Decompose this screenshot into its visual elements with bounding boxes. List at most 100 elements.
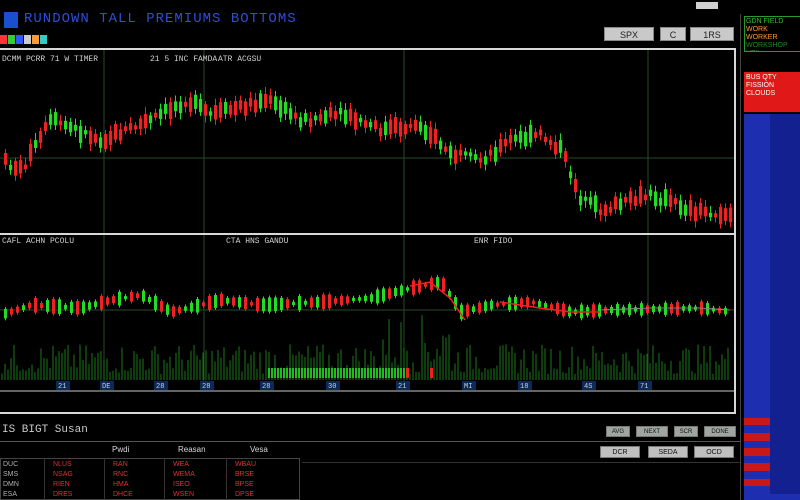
indicator-candle[interactable]: [652, 305, 655, 313]
candle[interactable]: [619, 198, 623, 211]
indicator-candle[interactable]: [382, 288, 385, 302]
candle[interactable]: [669, 194, 673, 207]
indicator-candle[interactable]: [310, 297, 313, 308]
indicator-candle[interactable]: [292, 301, 295, 305]
indicator-candle[interactable]: [562, 303, 565, 317]
indicator-candle[interactable]: [214, 294, 217, 308]
candle[interactable]: [609, 206, 613, 213]
indicator-candle[interactable]: [724, 308, 727, 315]
watchlist-row[interactable]: [744, 311, 800, 320]
candle[interactable]: [69, 121, 73, 133]
indicator-candle[interactable]: [358, 297, 361, 301]
candle[interactable]: [54, 112, 58, 126]
indicator-candle[interactable]: [400, 285, 403, 296]
table-cell[interactable]: NLUS: [53, 461, 72, 468]
indicator-candle[interactable]: [22, 305, 25, 311]
candle[interactable]: [414, 119, 418, 131]
candle[interactable]: [479, 158, 483, 163]
indicator-candle[interactable]: [70, 301, 73, 313]
candle[interactable]: [704, 206, 708, 217]
watchlist-row[interactable]: [744, 281, 800, 289]
candle[interactable]: [614, 196, 618, 210]
indicator-candle[interactable]: [628, 304, 631, 316]
indicator-candle[interactable]: [412, 280, 415, 295]
indicator-candle[interactable]: [388, 288, 391, 299]
candle[interactable]: [19, 160, 23, 174]
indicator-candle[interactable]: [352, 297, 355, 302]
watchlist-row[interactable]: [744, 303, 800, 312]
indicator-candle[interactable]: [256, 297, 259, 312]
candle[interactable]: [494, 147, 498, 162]
candle[interactable]: [529, 124, 533, 143]
candle[interactable]: [14, 160, 18, 176]
candle[interactable]: [234, 100, 238, 116]
indicator-candle[interactable]: [514, 296, 517, 310]
indicator-candle[interactable]: [670, 303, 673, 314]
candle[interactable]: [289, 108, 293, 120]
table-cell[interactable]: SMS: [3, 471, 18, 478]
candle[interactable]: [714, 213, 718, 218]
indicator-candle[interactable]: [136, 293, 139, 299]
candle[interactable]: [134, 125, 138, 130]
candle[interactable]: [674, 198, 678, 205]
watchlist-row[interactable]: [744, 402, 800, 411]
indicator-candle[interactable]: [676, 302, 679, 316]
indicator-candle[interactable]: [34, 297, 37, 313]
candle[interactable]: [379, 127, 383, 137]
indicator-candle[interactable]: [376, 289, 379, 304]
table-cell[interactable]: DHCE: [113, 491, 133, 498]
indicator-candle[interactable]: [142, 290, 145, 302]
candle[interactable]: [264, 93, 268, 109]
candle[interactable]: [164, 104, 168, 114]
candle[interactable]: [694, 206, 698, 222]
indicator-candle[interactable]: [268, 297, 271, 312]
indicator-candle[interactable]: [28, 302, 31, 309]
indicator-candle[interactable]: [286, 299, 289, 309]
table-cell[interactable]: RIEN: [53, 481, 70, 488]
candle[interactable]: [384, 121, 388, 136]
indicator-candle[interactable]: [274, 297, 277, 312]
candle[interactable]: [144, 113, 148, 129]
indicator-candle[interactable]: [472, 306, 475, 313]
candle[interactable]: [229, 105, 233, 115]
indicator-candle[interactable]: [298, 296, 301, 311]
indicator-candle[interactable]: [658, 306, 661, 312]
candle[interactable]: [509, 134, 513, 144]
candle[interactable]: [434, 128, 438, 144]
avg-button[interactable]: AVG: [606, 426, 630, 437]
watchlist-rows[interactable]: [744, 114, 800, 500]
indicator-candle[interactable]: [262, 298, 265, 312]
indicator-candle[interactable]: [46, 300, 49, 312]
candle[interactable]: [249, 97, 253, 107]
watchlist-row[interactable]: [744, 243, 800, 251]
watchlist-row[interactable]: [744, 167, 800, 175]
candle[interactable]: [89, 130, 93, 145]
indicator-candle[interactable]: [106, 297, 109, 305]
candle[interactable]: [124, 126, 128, 132]
candle[interactable]: [654, 191, 658, 207]
table-cell[interactable]: DUC: [3, 461, 18, 468]
table-cell[interactable]: WSEN: [173, 491, 194, 498]
candle[interactable]: [569, 171, 573, 179]
candle[interactable]: [49, 114, 53, 125]
candle[interactable]: [344, 109, 348, 125]
candle[interactable]: [404, 123, 408, 135]
candle[interactable]: [489, 149, 493, 156]
indicator-candle[interactable]: [76, 300, 79, 315]
candle[interactable]: [594, 195, 598, 213]
indicator-candle[interactable]: [340, 295, 343, 305]
table-cell[interactable]: DMN: [3, 481, 19, 488]
table-cell[interactable]: WBAU: [235, 461, 256, 468]
indicator-candle[interactable]: [634, 307, 637, 312]
watchlist-row[interactable]: [744, 417, 800, 426]
watchlist-row[interactable]: [744, 250, 800, 259]
candle[interactable]: [584, 196, 588, 201]
candle[interactable]: [544, 136, 548, 143]
watchlist-row[interactable]: [744, 470, 800, 479]
indicator-candle[interactable]: [490, 300, 493, 310]
watchlist-row[interactable]: [744, 341, 800, 350]
candle[interactable]: [579, 195, 583, 206]
candle[interactable]: [159, 108, 163, 119]
candle[interactable]: [329, 107, 333, 118]
table-cell[interactable]: DRES: [53, 491, 72, 498]
